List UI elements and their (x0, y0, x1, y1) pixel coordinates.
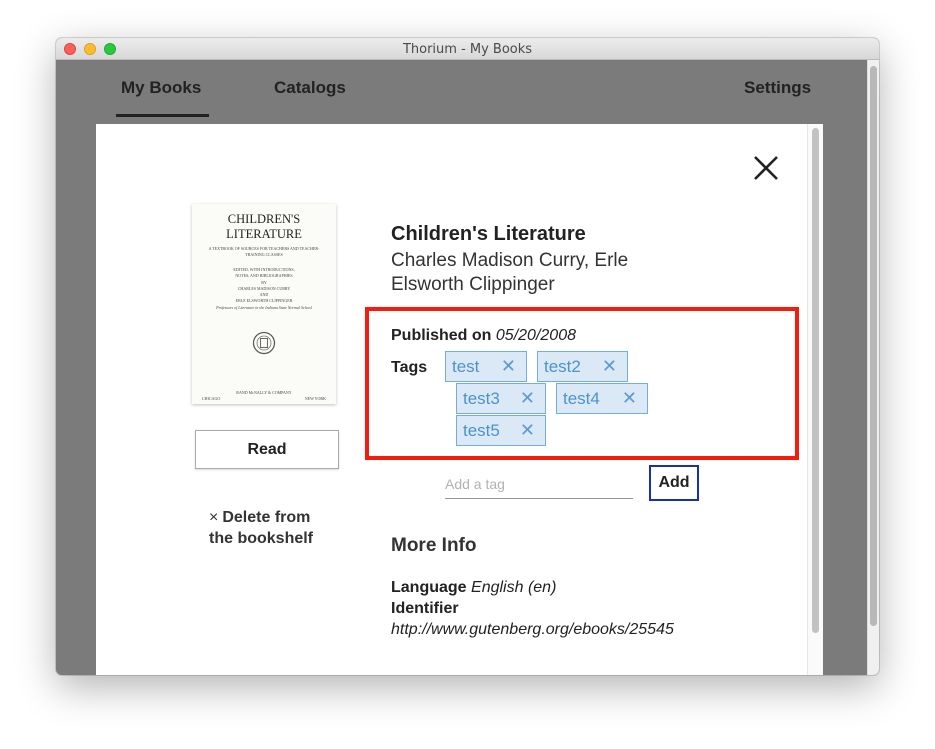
cover-author2: ERLE ELSWORTH CLIPPINGER (235, 298, 293, 303)
cover-edited1: EDITED, WITH INTRODUCTIONS, (233, 267, 295, 272)
tab-catalogs[interactable]: Catalogs (274, 78, 346, 98)
cover-author1: CHARLES MADISON CURRY (237, 286, 291, 291)
remove-tag-icon[interactable]: ✕ (520, 384, 535, 413)
identifier-value: http://www.gutenberg.org/ebooks/25545 (391, 621, 674, 638)
book-authors: Charles Madison Curry, Erle Elsworth Cli… (391, 249, 691, 297)
identifier-label: Identifier (391, 600, 459, 617)
cover-affiliation: Professors of Literature in the Indiana … (216, 305, 312, 310)
book-authors-line2: Elsworth Clippinger (391, 274, 555, 295)
window-title: Thorium - My Books (402, 42, 533, 57)
tag-chip: test5 ✕ (456, 415, 546, 446)
book-cover: CHILDREN'S LITERATURE A TEXTBOOK OF SOUR… (192, 204, 336, 404)
tag-label: test4 (563, 389, 600, 408)
more-info-heading: More Info (391, 535, 477, 556)
tab-my-books[interactable]: My Books (121, 78, 201, 98)
tab-settings[interactable]: Settings (744, 78, 811, 98)
tag-label: test2 (544, 357, 581, 376)
active-tab-indicator (116, 114, 209, 117)
remove-tag-icon[interactable]: ✕ (520, 416, 535, 445)
tags-label: Tags (391, 359, 428, 376)
delete-icon: × (209, 509, 219, 526)
remove-tag-icon[interactable]: ✕ (622, 384, 637, 413)
window-scrollbar[interactable] (867, 60, 879, 675)
cover-subtitle2: TRAINING CLASSES (245, 252, 283, 257)
language-value: English (en) (471, 579, 557, 596)
dialog-scrollbar-thumb[interactable] (812, 128, 819, 633)
cover-city-right: NEW YORK (304, 396, 326, 401)
tag-label: test5 (463, 421, 500, 440)
add-tag-button[interactable]: Add (649, 465, 699, 501)
delete-from-bookshelf-link[interactable]: × Delete from the bookshelf (209, 507, 349, 549)
tag-chip: test2 ✕ (537, 351, 628, 382)
title-bar: Thorium - My Books (56, 38, 879, 60)
book-authors-line1: Charles Madison Curry, Erle (391, 250, 629, 271)
book-title: Children's Literature (391, 223, 586, 245)
tag-chip: test ✕ (445, 351, 527, 382)
published-label: Published on (391, 327, 492, 344)
published-date: 05/20/2008 (495, 327, 576, 344)
cover-publisher: RAND McNALLY & COMPANY (236, 390, 292, 395)
cover-by: BY (261, 280, 267, 285)
remove-tag-icon[interactable]: ✕ (501, 352, 516, 381)
book-details-dialog: CHILDREN'S LITERATURE A TEXTBOOK OF SOUR… (96, 124, 823, 675)
app-nav: My Books Catalogs Settings (56, 60, 879, 118)
delete-label-line1: Delete from (222, 509, 311, 526)
tag-label: test3 (463, 389, 500, 408)
cover-title-line1: CHILDREN'S (227, 212, 301, 226)
tag-chip: test4 ✕ (556, 383, 648, 414)
dialog-scrollbar[interactable] (807, 124, 823, 675)
add-tag-input[interactable] (445, 469, 633, 499)
cover-title-line2: LITERATURE (226, 227, 302, 241)
language-row: Language English (en) (391, 579, 556, 597)
tag-chip: test3 ✕ (456, 383, 546, 414)
published-row: Published on 05/20/2008 (391, 327, 576, 345)
tag-label: test (452, 357, 480, 376)
language-label: Language (391, 579, 467, 596)
cover-seal-icon (252, 331, 276, 355)
remove-tag-icon[interactable]: ✕ (602, 352, 617, 381)
close-icon (754, 156, 778, 180)
close-dialog-button[interactable] (752, 154, 780, 182)
app-window: Thorium - My Books My Books Catalogs Set… (56, 38, 879, 675)
window-scrollbar-thumb[interactable] (870, 66, 877, 626)
cover-subtitle1: A TEXTBOOK OF SOURCES FOR TEACHERS AND T… (208, 246, 320, 251)
cover-edited2: NOTES, AND BIBLIOGRAPHIES (235, 273, 293, 278)
read-button[interactable]: Read (195, 430, 339, 469)
cover-and: AND (259, 292, 269, 297)
delete-label-line2: the bookshelf (209, 530, 314, 547)
